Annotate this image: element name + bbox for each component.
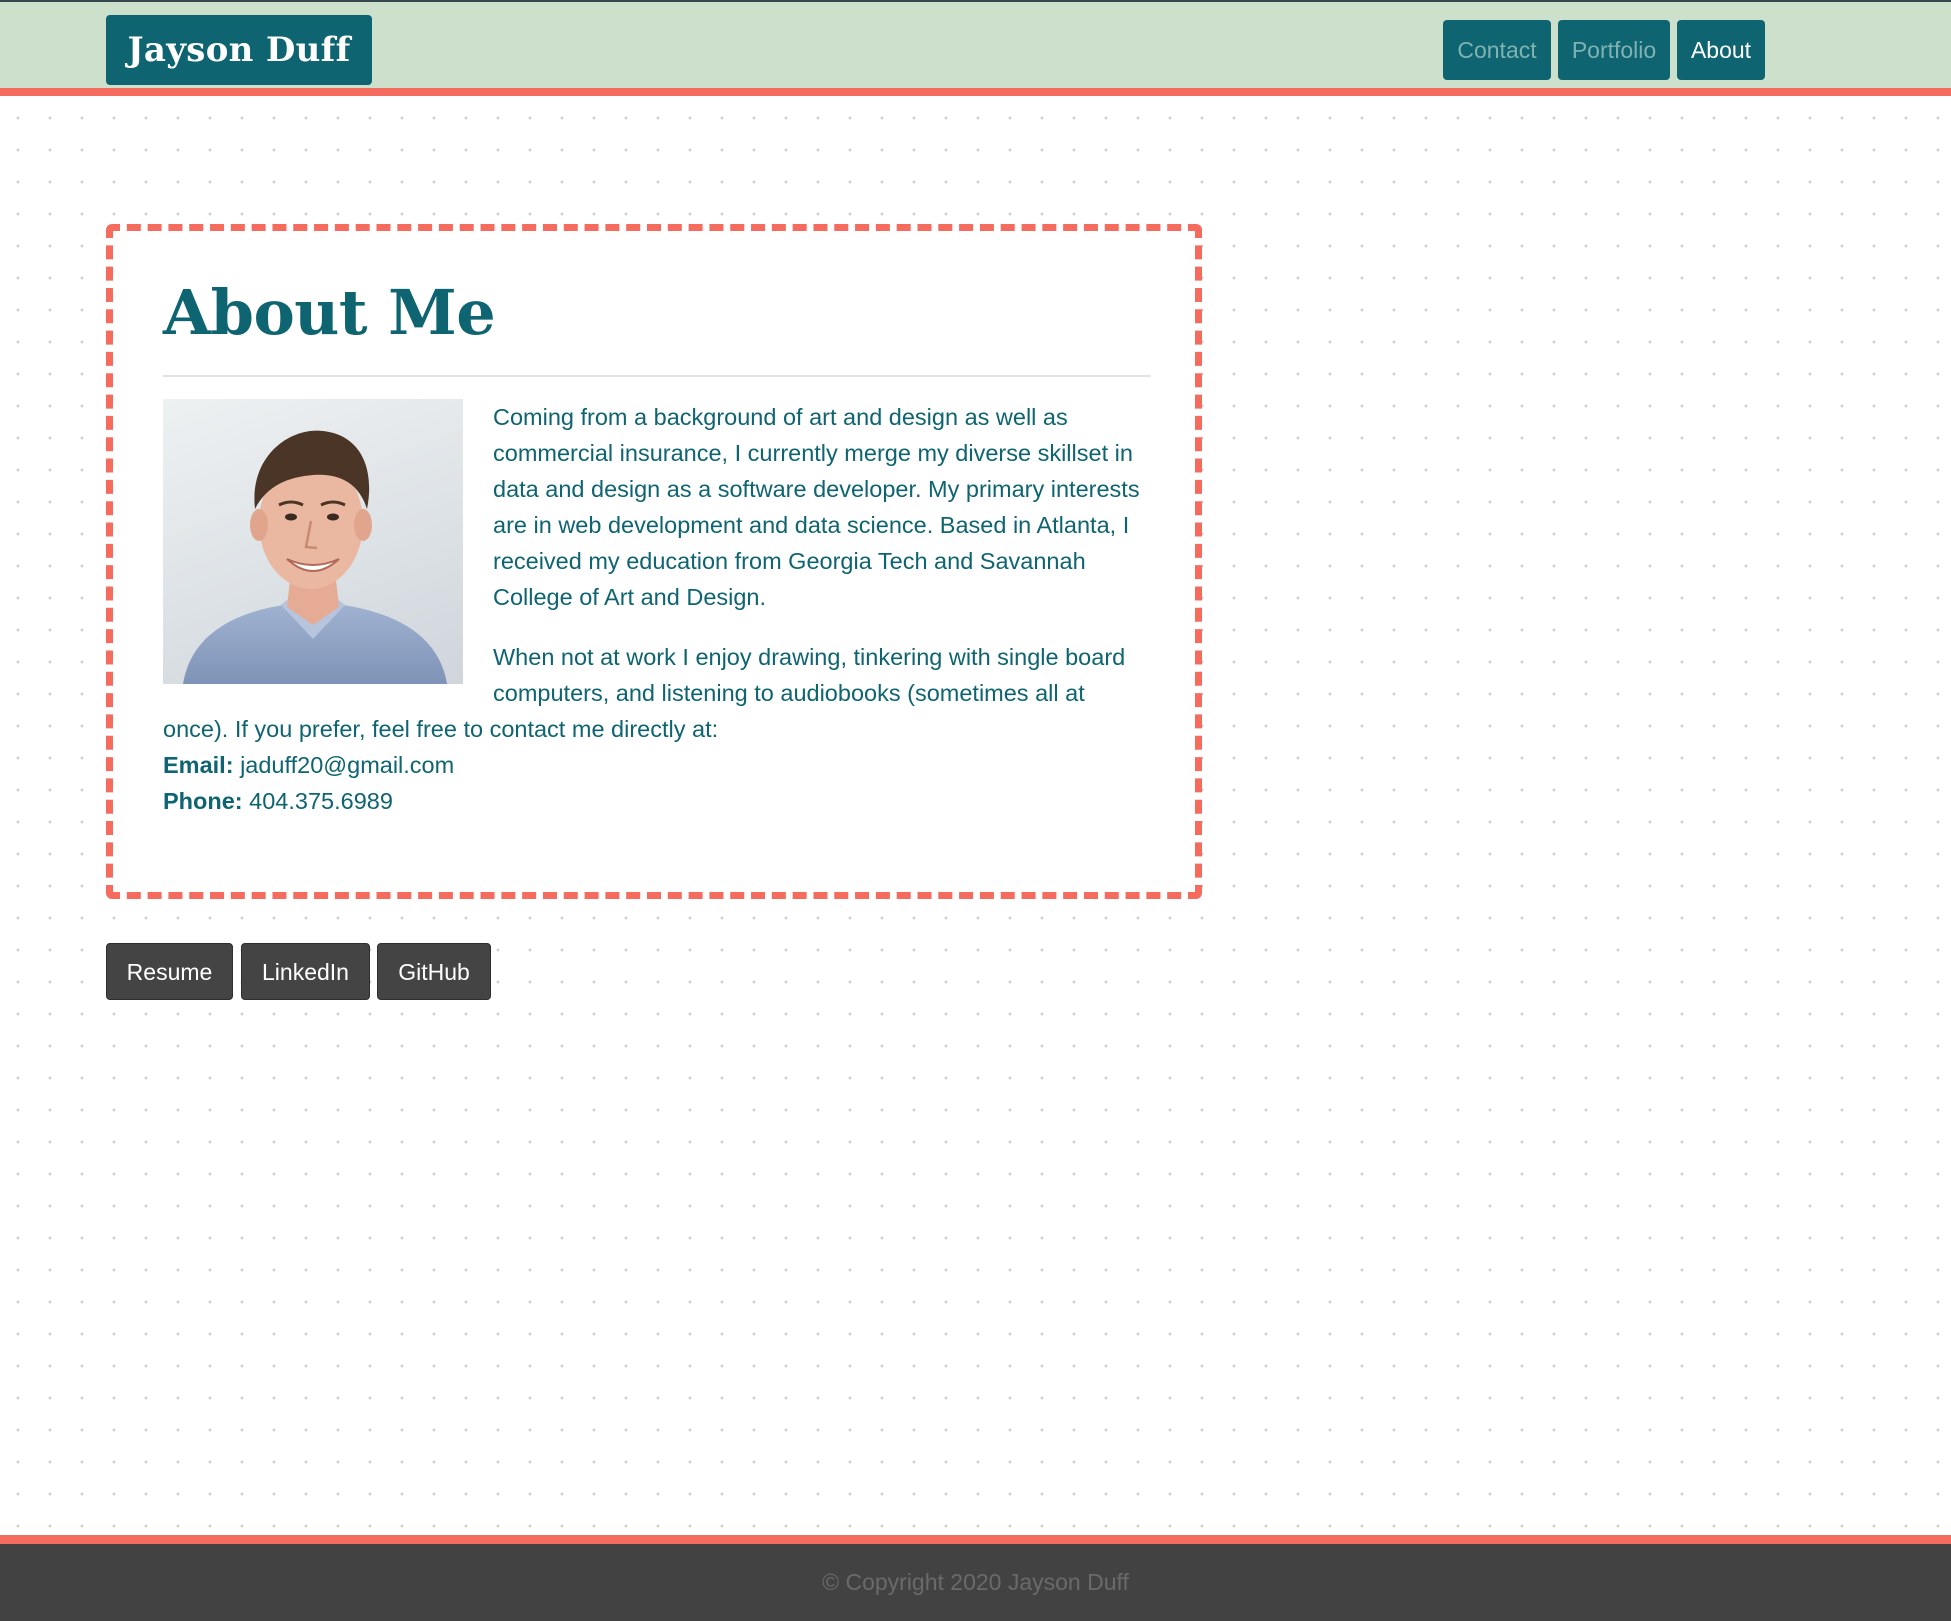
phone-line: Phone: 404.375.6989 xyxy=(163,783,1153,819)
resume-button[interactable]: Resume xyxy=(106,943,233,1000)
github-button[interactable]: GitHub xyxy=(377,943,491,1000)
phone-value[interactable]: 404.375.6989 xyxy=(249,788,393,814)
phone-label: Phone: xyxy=(163,788,243,814)
copyright-text: © Copyright 2020 Jayson Duff xyxy=(822,1569,1129,1595)
email-value[interactable]: jaduff20@gmail.com xyxy=(240,752,454,778)
nav-portfolio[interactable]: Portfolio xyxy=(1558,20,1670,80)
profile-photo xyxy=(163,399,463,684)
brand-logo[interactable]: Jayson Duff xyxy=(106,15,372,85)
email-label: Email: xyxy=(163,752,234,778)
site-footer: © Copyright 2020 Jayson Duff xyxy=(0,1535,1951,1621)
nav-contact[interactable]: Contact xyxy=(1443,20,1551,80)
portrait-illustration xyxy=(183,430,447,684)
title-divider xyxy=(163,375,1151,377)
site-header: Jayson Duff Contact Portfolio About xyxy=(0,0,1951,96)
about-card: About Me Coming from a background of art… xyxy=(106,224,1202,899)
linkedin-button[interactable]: LinkedIn xyxy=(241,943,370,1000)
nav-about[interactable]: About xyxy=(1677,20,1765,80)
email-line: Email: jaduff20@gmail.com xyxy=(163,747,1153,783)
about-body: Coming from a background of art and desi… xyxy=(163,399,1153,819)
page-title: About Me xyxy=(163,276,496,349)
